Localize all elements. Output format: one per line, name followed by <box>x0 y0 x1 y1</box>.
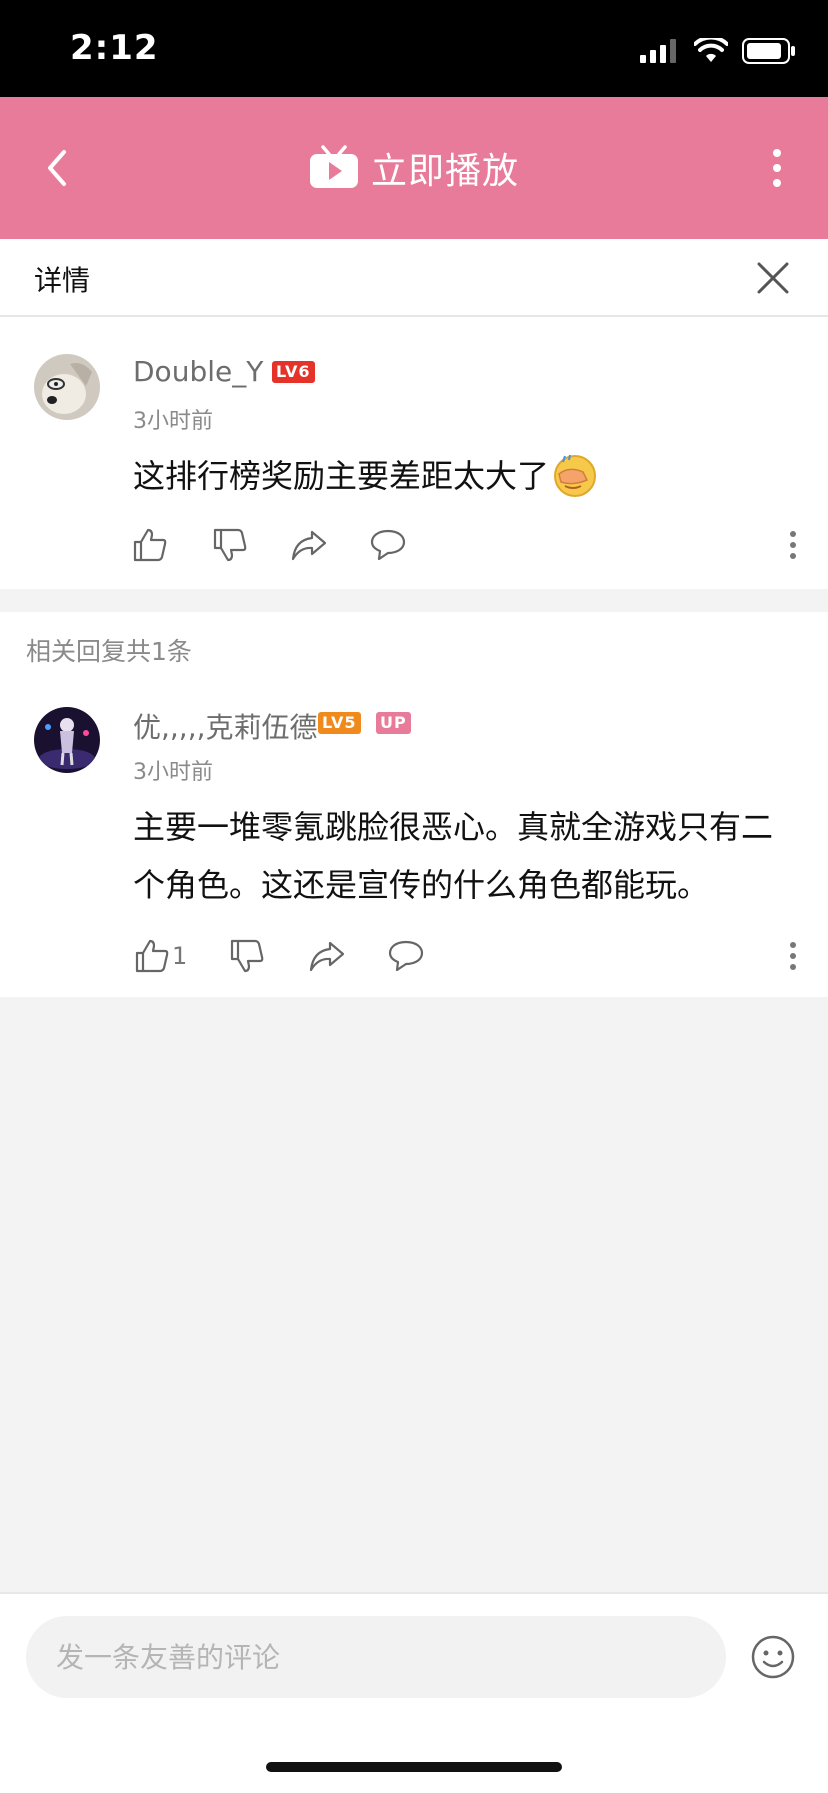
facepalm-emoji-icon <box>554 454 597 497</box>
comment-content-row: 这排行榜奖励主要差距太大了 <box>133 447 597 505</box>
comment-bubble-icon <box>370 529 406 561</box>
reply-like-count: 1 <box>172 942 188 970</box>
tv-play-icon <box>309 145 358 188</box>
smiley-icon <box>751 1635 795 1679</box>
comment-time: 3小时前 <box>133 409 213 434</box>
status-time: 2:12 <box>70 28 159 68</box>
dog-avatar-icon <box>34 354 100 420</box>
comment-input[interactable] <box>26 1616 726 1698</box>
reply-comment: 优,,,,,克莉伍德 LV5 UP 3小时前 主要一堆零氪跳脸很恶心。真就全游戏… <box>0 672 828 997</box>
dislike-button[interactable] <box>208 523 252 567</box>
level-badge: LV6 <box>272 361 315 383</box>
reply-count-text: 相关回复共1条 <box>26 637 192 666</box>
comment-content: 这排行榜奖励主要差距太大了 <box>133 457 550 495</box>
reply-more-button[interactable] <box>778 934 808 978</box>
emoji-button[interactable] <box>748 1632 798 1682</box>
replies-header: 相关回复共1条 <box>0 612 828 672</box>
share-icon <box>291 530 327 561</box>
thumbs-up-icon <box>133 528 167 562</box>
share-button[interactable] <box>287 523 331 567</box>
more-vertical-icon <box>773 149 781 187</box>
anime-avatar-icon <box>34 707 100 773</box>
comment-bubble-icon <box>388 940 424 972</box>
status-bar: 2:12 <box>0 0 828 97</box>
signal-icon <box>640 39 676 63</box>
reply-dislike-button[interactable] <box>225 934 269 978</box>
reply-level-badge: LV5 <box>318 712 361 734</box>
reply-reply-button[interactable] <box>384 934 428 978</box>
more-vertical-icon <box>790 531 796 559</box>
reply-content: 主要一堆零氪跳脸很恶心。真就全游戏只有二个角色。这还是宣传的什么角色都能玩。 <box>133 808 774 904</box>
detail-bar: 详情 <box>0 239 828 317</box>
like-button[interactable] <box>128 523 172 567</box>
thumbs-up-icon <box>135 939 169 973</box>
header-title: 立即播放 <box>370 151 519 192</box>
play-now-button[interactable]: 立即播放 <box>0 141 828 195</box>
more-vertical-icon <box>790 942 796 970</box>
more-options-button[interactable] <box>750 141 804 195</box>
status-icons <box>640 36 796 66</box>
main-comment: Double_Y LV6 3小时前 这排行榜奖励主要差距太大了 <box>0 317 828 589</box>
battery-icon <box>742 38 795 64</box>
avatar[interactable] <box>34 354 100 420</box>
comment-more-button[interactable] <box>778 523 808 567</box>
thumbs-down-icon <box>213 528 247 562</box>
reply-button[interactable] <box>366 523 410 567</box>
wifi-icon <box>694 38 728 62</box>
reply-username[interactable]: 优,,,,,克莉伍德 <box>133 706 318 746</box>
reply-avatar[interactable] <box>34 707 100 773</box>
app-header: 立即播放 <box>0 97 828 239</box>
up-badge: UP <box>376 712 411 734</box>
reply-like-button[interactable] <box>130 934 174 978</box>
reply-share-button[interactable] <box>305 934 349 978</box>
home-indicator <box>266 1762 562 1772</box>
detail-title: 详情 <box>34 264 91 297</box>
thumbs-down-icon <box>230 939 264 973</box>
share-icon <box>309 941 345 972</box>
close-icon <box>757 262 789 294</box>
username[interactable]: Double_Y <box>133 355 263 388</box>
close-button[interactable] <box>748 253 798 303</box>
reply-time: 3小时前 <box>133 760 213 785</box>
